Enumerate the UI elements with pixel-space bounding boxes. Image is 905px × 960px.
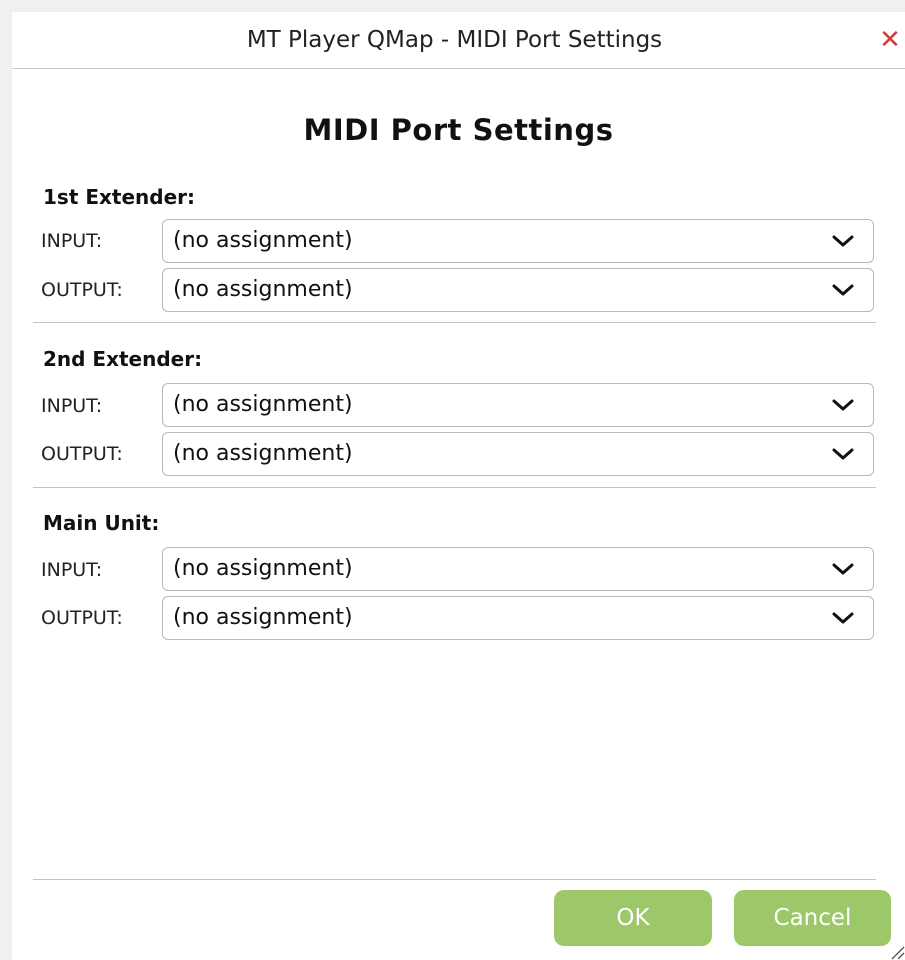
2nd-extender-output-label: OUTPUT: [41,443,123,465]
chevron-down-icon [832,612,854,624]
select-value: (no assignment) [173,277,353,302]
1st-extender-input-label: INPUT: [41,230,103,252]
main-unit-output-select[interactable]: (no assignment) [162,596,874,640]
chevron-down-icon [832,563,854,575]
cancel-button[interactable]: Cancel [734,890,891,946]
chevron-down-icon [832,284,854,296]
2nd-extender-input-select[interactable]: (no assignment) [162,383,874,427]
2nd-extender-input-label: INPUT: [41,395,103,417]
resize-grip-icon[interactable] [889,944,905,960]
chevron-down-icon [832,399,854,411]
close-icon[interactable]: ✕ [875,26,905,54]
section-title-1st-extender: 1st Extender: [43,185,196,209]
2nd-extender-output-select[interactable]: (no assignment) [162,432,874,476]
select-value: (no assignment) [173,605,353,630]
title-bar: MT Player QMap - MIDI Port Settings ✕ [12,12,905,69]
select-value: (no assignment) [173,392,353,417]
1st-extender-input-select[interactable]: (no assignment) [162,219,874,263]
chevron-down-icon [832,235,854,247]
select-value: (no assignment) [173,441,353,466]
section-title-main-unit: Main Unit: [43,511,160,535]
ok-button[interactable]: OK [554,890,712,946]
1st-extender-output-select[interactable]: (no assignment) [162,268,874,312]
1st-extender-output-label: OUTPUT: [41,279,123,301]
chevron-down-icon [832,448,854,460]
footer-divider [33,879,876,880]
section-divider [33,322,876,323]
page-title: MIDI Port Settings [303,113,614,147]
section-divider [33,487,876,488]
window-title: MT Player QMap - MIDI Port Settings [246,27,663,53]
select-value: (no assignment) [173,228,353,253]
main-unit-output-label: OUTPUT: [41,607,123,629]
section-title-2nd-extender: 2nd Extender: [43,347,203,371]
select-value: (no assignment) [173,556,353,581]
midi-port-settings-window: MT Player QMap - MIDI Port Settings ✕ MI… [12,12,905,960]
main-unit-input-select[interactable]: (no assignment) [162,547,874,591]
main-unit-input-label: INPUT: [41,559,103,581]
